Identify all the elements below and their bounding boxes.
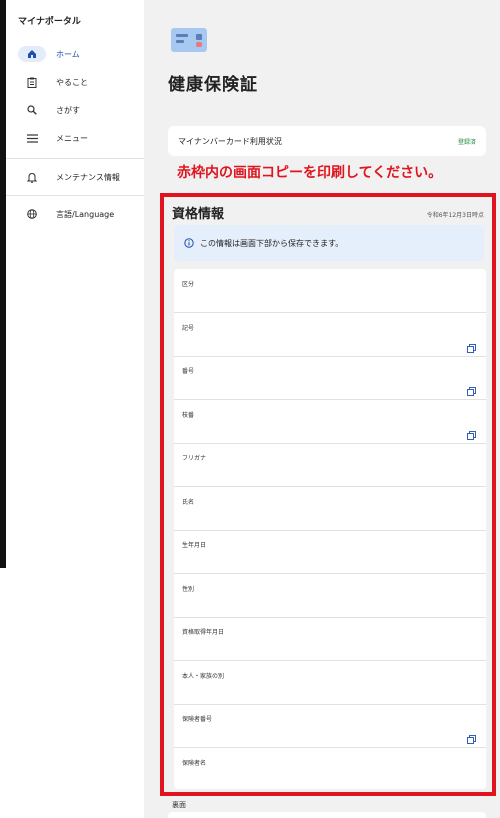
field-label: 性別 [182,585,195,593]
main-content: 健康保険証 マイナンバーカード利用状況 登録済 赤枠内の画面コピーを印刷してくだ… [144,0,500,818]
as-of-date: 令和6年12月3日時点 [426,212,484,219]
field-label: 氏名 [182,498,195,506]
copy-icon[interactable] [467,729,476,744]
field-label: 本人・家族の別 [182,672,225,680]
field-label: 枝番 [182,411,195,419]
field-label: 生年月日 [182,542,207,549]
copy-icon[interactable] [467,425,476,440]
field-label: 保険者名 [182,759,207,767]
field-row: 保険者番号 [174,704,486,748]
sidebar-divider [6,158,144,159]
sidebar-item-home[interactable]: ホーム [18,45,138,63]
copy-icon[interactable] [467,338,476,353]
section-title: 資格情報 [172,207,225,222]
card-status-row[interactable]: マイナンバーカード利用状況 登録済 [168,126,486,156]
sidebar-item-label: やること [56,77,88,87]
info-banner: この情報は画面下部から保存できます。 [174,225,484,261]
field-row: 区分 [174,269,486,313]
field-row: 性別 [174,574,486,618]
sidebar-divider [6,195,144,196]
field-row: 生年月日 [174,530,486,574]
info-text: この情報は画面下部から保存できます。 [200,238,344,248]
qualification-section: 資格情報 令和6年12月3日時点 この情報は画面下部から保存できます。 区分記号… [160,193,496,796]
field-row: 枝番 [174,400,486,444]
info-icon [184,238,194,248]
sidebar-item-todo[interactable]: やること [18,73,138,91]
home-icon [18,46,46,62]
field-row: 保険者名 [174,748,486,792]
sidebar-item-menu[interactable]: メニュー [18,129,138,147]
field-row: 資格取得年月日 [174,617,486,661]
sidebar-item-language[interactable]: 言語/Language [18,205,138,223]
back-side-label: 裏面 [172,801,186,809]
field-row: 番号 [174,356,486,400]
status-badge: 登録済 [457,138,476,146]
field-label: 区分 [182,281,195,288]
sidebar: マイナポータル ホーム やること さがす メニュー メンテナンス情報 言語/La… [6,0,144,818]
page-title: 健康保険証 [168,75,258,95]
field-row: 氏名 [174,487,486,531]
field-label: 資格取得年月日 [182,629,225,636]
copy-icon[interactable] [467,381,476,396]
sidebar-item-label: メンテナンス情報 [56,172,120,182]
field-row: 本人・家族の別 [174,661,486,705]
menu-icon [18,130,46,146]
field-row: 記号 [174,313,486,357]
clipboard-icon [18,74,46,90]
back-side-card [168,812,486,818]
bell-icon [18,169,46,185]
sidebar-item-label: メニュー [56,133,88,143]
sidebar-item-label: 言語/Language [56,209,115,219]
card-status-label: マイナンバーカード利用状況 [178,136,282,146]
insurance-card-icon [171,28,207,52]
sidebar-item-search[interactable]: さがす [18,101,138,119]
field-list: 区分記号番号枝番フリガナ氏名生年月日性別資格取得年月日 本人・家族の別 保険者番号保… [174,269,486,789]
sidebar-item-label: ホーム [56,49,80,59]
app-title: マイナポータル [18,17,81,27]
sidebar-item-maintenance[interactable]: メンテナンス情報 [18,168,138,186]
field-label: 番号 [182,368,195,375]
field-label: 保険者番号 [182,716,213,723]
field-row: フリガナ [174,443,486,487]
field-label: 記号 [182,324,195,332]
sidebar-item-label: さがす [56,105,80,115]
field-label: フリガナ [182,455,207,462]
search-icon [18,102,46,118]
globe-icon [18,206,46,222]
print-notice: 赤枠内の画面コピーを印刷してください。 [177,165,443,181]
